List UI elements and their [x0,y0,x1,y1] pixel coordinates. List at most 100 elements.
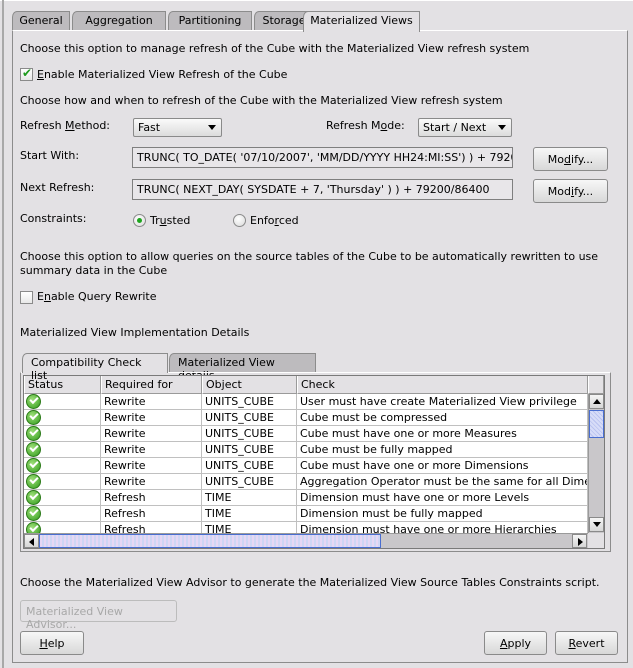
rewrite-intro-line2: summary data in the Cube [20,264,168,277]
details-title: Materialized View Implementation Details [20,326,250,339]
tab-label: Partitioning [178,14,242,27]
cell-check: Aggregation Operator must be the same fo… [297,474,588,490]
horizontal-scroll-thumb[interactable] [39,534,381,548]
cell-object: TIME [202,506,297,522]
cell-required-for: Rewrite [101,394,202,410]
revert-button[interactable]: Revert [555,631,618,655]
arrow-left-icon [29,538,34,546]
vertical-scroll-thumb[interactable] [589,410,604,438]
refresh-method-dropdown[interactable]: Fast [133,118,222,137]
enforced-radio[interactable] [233,214,246,227]
check-passed-icon [26,426,41,441]
cell-object: UNITS_CUBE [202,410,297,426]
scroll-up-button[interactable] [589,394,604,409]
advisor-intro-text: Choose the Materialized View Advisor to … [20,576,600,589]
cell-check: Cube must have one or more Measures [297,426,588,442]
check-passed-icon [26,474,41,489]
start-with-field[interactable]: TRUNC( TO_DATE( '07/10/2007', 'MM/DD/YYY… [132,147,513,168]
selected-value: Fast [138,121,161,134]
enforced-label[interactable]: Enforced [250,214,299,227]
tab-general[interactable]: General [12,11,70,31]
check-passed-icon [26,410,41,425]
cell-object: UNITS_CUBE [202,458,297,474]
column-header-object[interactable]: Object [202,376,297,394]
start-with-label: Start With: [20,149,80,162]
label-rest: nable Materialized View Refresh of the C… [43,68,288,81]
cell-status [24,394,101,410]
refresh-method-label: Refresh Method: [20,119,111,132]
tab-label: Aggregation [85,14,153,27]
cell-required-for: Rewrite [101,442,202,458]
scroll-right-button[interactable] [572,534,587,548]
arrow-up-icon [593,399,601,404]
scroll-left-button[interactable] [24,534,39,548]
trusted-label[interactable]: Trusted [150,214,190,227]
window-top-edge [0,0,633,1]
apply-button[interactable]: Apply [484,631,547,655]
check-passed-icon [26,490,41,505]
table-row[interactable]: Rewrite UNITS_CUBE User must have create M… [24,394,588,410]
check-passed-icon [26,458,41,473]
column-header-required-for[interactable]: Required for [101,376,202,394]
tab-partitioning[interactable]: Partitioning [168,11,252,31]
subtab-mv-details[interactable]: Materialized View details [169,353,316,382]
table-row[interactable]: Rewrite UNITS_CUBE Cube must be compressed [24,410,588,426]
help-button[interactable]: Help [20,631,84,655]
table-row[interactable]: Rewrite UNITS_CUBE Cube must have one or m… [24,458,588,474]
table-row[interactable]: Rewrite UNITS_CUBE Aggregation Operator mu… [24,474,588,490]
scroll-down-button[interactable] [589,517,604,532]
enable-mv-refresh-checkbox[interactable]: ✔ [20,66,33,81]
cell-status [24,490,101,506]
subtab-compatibility-check-list[interactable]: Compatibility Check list [22,353,168,382]
check-passed-icon [26,442,41,457]
tab-label: General [19,14,63,27]
table-row[interactable]: Refresh TIME Dimension must be fully mappe… [24,506,588,522]
scroll-corner [588,533,604,548]
table-row[interactable]: Refresh TIME Dimension must have one or mo… [24,490,588,506]
cell-check: Dimension must be fully mapped [297,506,588,522]
modify-start-button[interactable]: Modify... [533,147,608,171]
check-passed-icon [26,394,41,409]
tab-materialized-views[interactable]: Materialized Views [303,11,420,32]
next-refresh-label: Next Refresh: [20,181,95,194]
cell-status [24,442,101,458]
arrow-right-icon [578,538,583,546]
cell-required-for: Refresh [101,490,202,506]
cell-required-for: Refresh [101,506,202,522]
tab-aggregation[interactable]: Aggregation [72,11,166,31]
constraints-label: Constraints: [20,212,87,225]
cell-check: User must have create Materialized View … [297,394,588,410]
cell-check: Cube must be compressed [297,410,588,426]
horizontal-scrollbar[interactable] [24,533,588,548]
chevron-down-icon [498,125,506,130]
chevron-down-icon [208,125,216,130]
rewrite-intro-line1: Choose this option to allow queries on t… [20,250,599,263]
mv-advisor-button[interactable]: Materialized View Advisor... [20,600,177,631]
cell-required-for: Rewrite [101,410,202,426]
enable-query-rewrite-label[interactable]: Enable Query Rewrite [37,290,156,303]
cell-object: UNITS_CUBE [202,394,297,410]
arrow-down-icon [593,522,601,527]
window-left-edge [2,0,4,668]
table-row[interactable]: Rewrite UNITS_CUBE Cube must be fully mapp… [24,442,588,458]
cell-object: UNITS_CUBE [202,442,297,458]
cell-status [24,506,101,522]
cell-object: UNITS_CUBE [202,474,297,490]
table-row[interactable]: Rewrite UNITS_CUBE Cube must have one or m… [24,426,588,442]
vertical-scrollbar[interactable] [588,394,604,533]
modify-next-button[interactable]: Modify... [533,179,608,203]
trusted-radio[interactable] [133,214,146,227]
cell-object: TIME [202,490,297,506]
cell-check: Cube must have one or more Dimensions [297,458,588,474]
enable-mv-refresh-label[interactable]: Enable Materialized View Refresh of the … [37,68,287,81]
cell-check: Dimension must have one or more Levels [297,490,588,506]
column-header-check[interactable]: Check [297,376,588,394]
refresh-mode-dropdown[interactable]: Start / Next [418,118,512,137]
cell-status [24,458,101,474]
enable-query-rewrite-checkbox[interactable] [20,291,33,304]
column-header-corner [588,376,604,394]
next-refresh-field[interactable]: TRUNC( NEXT_DAY( SYSDATE + 7, 'Thursday'… [132,179,513,200]
how-when-text: Choose how and when to refresh of the Cu… [20,94,503,107]
radio-selected-dot [137,218,142,223]
cell-object: UNITS_CUBE [202,426,297,442]
